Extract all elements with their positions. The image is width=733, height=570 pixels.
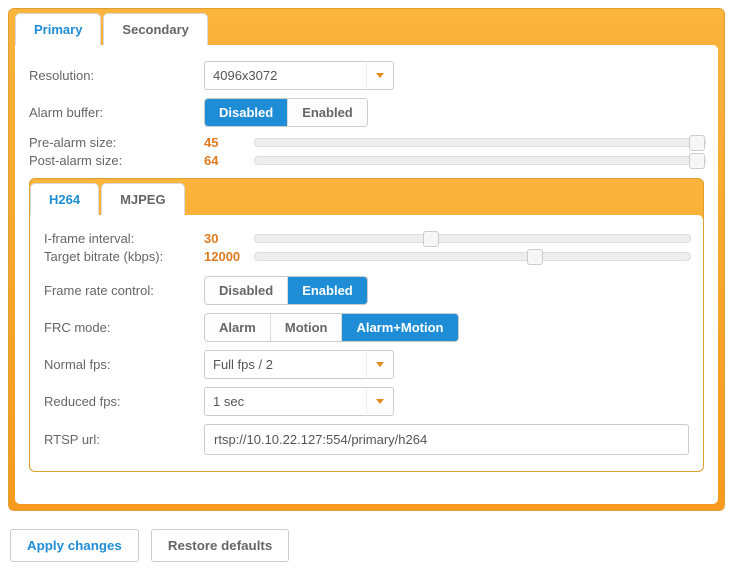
pre-alarm-slider[interactable] xyxy=(254,138,706,147)
codec-tabs: H264 MJPEG I-frame interval: 30 Target b… xyxy=(29,178,704,472)
frc-label: Frame rate control: xyxy=(44,283,204,298)
bitrate-label: Target bitrate (kbps): xyxy=(44,249,204,264)
alarm-buffer-enabled[interactable]: Enabled xyxy=(288,99,367,126)
tab-secondary[interactable]: Secondary xyxy=(103,13,207,45)
post-alarm-slider[interactable] xyxy=(254,156,706,165)
normal-fps-value: Full fps / 2 xyxy=(204,350,366,379)
h264-panel: I-frame interval: 30 Target bitrate (kbp… xyxy=(30,215,703,471)
frc-mode-toggle: Alarm Motion Alarm+Motion xyxy=(204,313,459,342)
stream-tab-bar: Primary Secondary xyxy=(15,9,718,45)
stream-tabs: Primary Secondary Resolution: 4096x3072 … xyxy=(8,8,725,511)
reduced-fps-label: Reduced fps: xyxy=(44,394,204,409)
frc-mode-label: FRC mode: xyxy=(44,320,204,335)
resolution-select[interactable]: 4096x3072 xyxy=(204,61,394,90)
iframe-label: I-frame interval: xyxy=(44,231,204,246)
resolution-dropdown-button[interactable] xyxy=(366,61,394,90)
frc-mode-alarm[interactable]: Alarm xyxy=(205,314,271,341)
resolution-label: Resolution: xyxy=(29,68,204,83)
iframe-slider[interactable] xyxy=(254,234,691,243)
frc-mode-motion[interactable]: Motion xyxy=(271,314,343,341)
normal-fps-select[interactable]: Full fps / 2 xyxy=(204,350,394,379)
chevron-down-icon xyxy=(376,73,384,78)
primary-panel: Resolution: 4096x3072 Alarm buffer: Disa… xyxy=(15,45,718,504)
reduced-fps-dropdown-button[interactable] xyxy=(366,387,394,416)
apply-changes-button[interactable]: Apply changes xyxy=(10,529,139,562)
rtsp-url-input[interactable] xyxy=(204,424,689,455)
rtsp-label: RTSP url: xyxy=(44,432,204,447)
alarm-buffer-toggle: Disabled Enabled xyxy=(204,98,368,127)
chevron-down-icon xyxy=(376,362,384,367)
codec-tab-bar: H264 MJPEG xyxy=(30,179,703,215)
restore-defaults-button[interactable]: Restore defaults xyxy=(151,529,289,562)
reduced-fps-value: 1 sec xyxy=(204,387,366,416)
tab-h264[interactable]: H264 xyxy=(30,183,99,215)
alarm-buffer-label: Alarm buffer: xyxy=(29,105,204,120)
tab-mjpeg[interactable]: MJPEG xyxy=(101,183,185,215)
normal-fps-label: Normal fps: xyxy=(44,357,204,372)
chevron-down-icon xyxy=(376,399,384,404)
pre-alarm-value: 45 xyxy=(204,135,252,150)
alarm-buffer-disabled[interactable]: Disabled xyxy=(205,99,288,126)
action-bar: Apply changes Restore defaults xyxy=(8,529,725,562)
post-alarm-label: Post-alarm size: xyxy=(29,153,204,168)
frc-mode-alarm-motion[interactable]: Alarm+Motion xyxy=(342,314,457,341)
reduced-fps-select[interactable]: 1 sec xyxy=(204,387,394,416)
pre-alarm-label: Pre-alarm size: xyxy=(29,135,204,150)
frc-toggle: Disabled Enabled xyxy=(204,276,368,305)
normal-fps-dropdown-button[interactable] xyxy=(366,350,394,379)
bitrate-slider[interactable] xyxy=(254,252,691,261)
frc-disabled[interactable]: Disabled xyxy=(205,277,288,304)
bitrate-value: 12000 xyxy=(204,249,252,264)
resolution-value: 4096x3072 xyxy=(204,61,366,90)
post-alarm-value: 64 xyxy=(204,153,252,168)
iframe-value: 30 xyxy=(204,231,252,246)
tab-primary[interactable]: Primary xyxy=(15,13,101,45)
frc-enabled[interactable]: Enabled xyxy=(288,277,367,304)
